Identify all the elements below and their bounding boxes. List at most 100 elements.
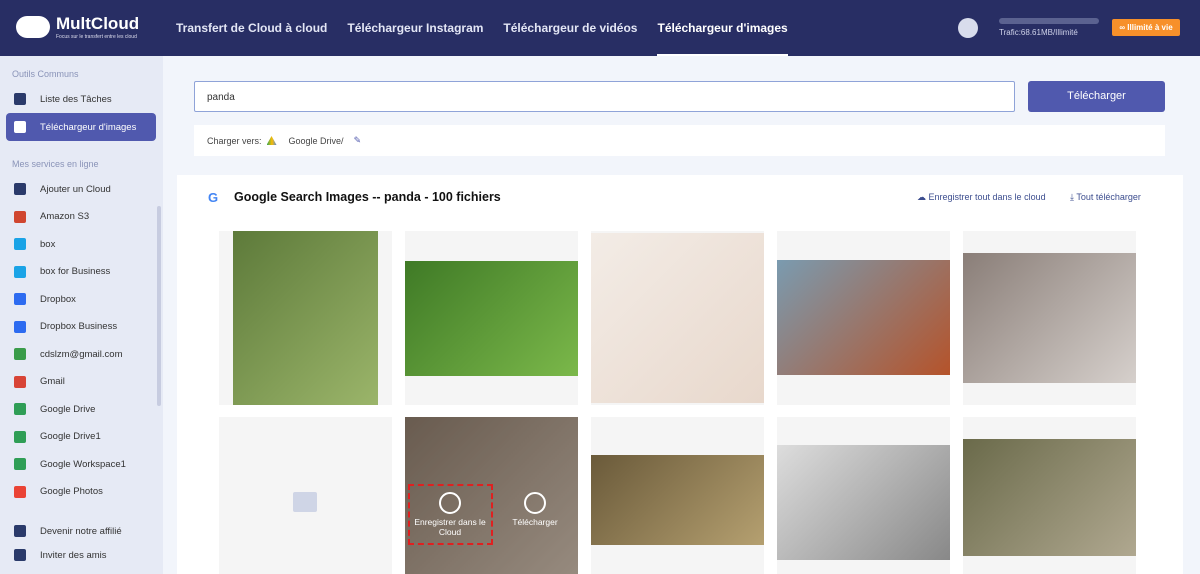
- image-icon: [14, 121, 26, 133]
- sidebar-item-label: Google Photos: [40, 486, 103, 497]
- save-all-to-cloud-link[interactable]: ☁ Enregistrer tout dans le cloud: [917, 192, 1046, 203]
- download-image-button[interactable]: Télécharger: [505, 492, 565, 527]
- sidebar-item-service[interactable]: Ajouter un Cloud: [6, 175, 156, 203]
- list-icon: [14, 93, 26, 105]
- service-icon: [14, 210, 26, 223]
- charger-label: Charger vers:: [207, 135, 262, 146]
- download-button[interactable]: Télécharger: [1028, 81, 1165, 112]
- sidebar-item-service[interactable]: box for Business: [6, 258, 156, 286]
- service-icon: [14, 348, 26, 360]
- image-tile[interactable]: Enregistrer dans le Cloud Télécharger: [405, 417, 578, 574]
- nav-video-downloader[interactable]: Téléchargeur de vidéos: [503, 0, 637, 56]
- service-icon: [14, 403, 26, 415]
- image-thumbnail: [233, 231, 378, 405]
- sidebar-item-label: cdslzm@gmail.com: [40, 348, 123, 360]
- service-icon: [14, 265, 26, 278]
- sidebar-item-service[interactable]: cdslzm@gmail.com: [6, 340, 156, 368]
- sidebar-item-label: Dropbox: [40, 293, 76, 305]
- sidebar-item-label: box for Business: [40, 266, 111, 277]
- sidebar-item-label: Liste des Tâches: [40, 93, 112, 105]
- service-icon: [14, 458, 26, 470]
- results-panel: G Google Search Images -- panda - 100 fi…: [177, 175, 1183, 574]
- brand-name: MultCloud: [56, 14, 140, 33]
- image-tile[interactable]: [591, 417, 764, 574]
- sidebar-item-service[interactable]: Gmail: [6, 368, 156, 396]
- sidebar-item-service[interactable]: Google Drive: [6, 395, 156, 423]
- sidebar-item-label: Gmail: [40, 376, 65, 387]
- sidebar-section-tools: Outils Communs: [12, 69, 79, 79]
- image-tile[interactable]: [405, 231, 578, 405]
- top-nav: Transfert de Cloud à cloud Téléchargeur …: [176, 0, 808, 56]
- service-icon: [14, 238, 26, 250]
- sidebar-item-service[interactable]: Google Drive1: [6, 423, 156, 451]
- image-tile[interactable]: [963, 231, 1136, 405]
- image-tile[interactable]: [219, 417, 392, 574]
- image-thumbnail: [591, 233, 764, 403]
- service-icon: [14, 293, 26, 305]
- traffic-bar: [999, 18, 1099, 24]
- sidebar-item-service[interactable]: Amazon S3: [6, 203, 156, 231]
- sidebar-item-label: Téléchargeur d'images: [40, 121, 137, 133]
- service-icon: [14, 320, 26, 333]
- unlimited-button[interactable]: ∞ Illimité à vie: [1112, 19, 1180, 36]
- service-icon: [14, 183, 26, 195]
- service-icon: [14, 375, 26, 388]
- sidebar-item-label: Dropbox Business: [40, 321, 118, 332]
- nav-instagram-downloader[interactable]: Téléchargeur Instagram: [347, 0, 483, 56]
- service-icon: [14, 430, 26, 443]
- sidebar-item-invite[interactable]: Inviter des amis: [6, 541, 156, 569]
- google-drive-icon: [266, 136, 277, 145]
- download-all-label: Tout télécharger: [1076, 192, 1141, 202]
- sidebar-item-image-downloader[interactable]: Téléchargeur d'images: [6, 113, 156, 141]
- sidebar-item-label: Ajouter un Cloud: [40, 183, 111, 195]
- image-thumbnail: [963, 253, 1136, 383]
- sidebar-item-label: box: [40, 238, 56, 250]
- sidebar-item-task-list[interactable]: Liste des Tâches: [6, 85, 156, 113]
- image-tile[interactable]: [777, 231, 950, 405]
- save-all-label: Enregistrer tout dans le cloud: [928, 192, 1046, 202]
- sidebar: Outils Communs Liste des Tâches Téléchar…: [0, 56, 163, 574]
- sidebar-item-service[interactable]: Dropbox: [6, 285, 156, 313]
- destination-path: Google Drive/: [288, 135, 344, 146]
- sidebar-item-label: Google Drive1: [40, 431, 101, 442]
- share-icon: [14, 549, 26, 561]
- nav-image-downloader[interactable]: Téléchargeur d'images: [657, 0, 788, 56]
- image-thumbnail: [405, 261, 578, 376]
- download-label: Télécharger: [512, 517, 558, 527]
- service-icon: [14, 485, 26, 498]
- save-to-cloud-button[interactable]: Enregistrer dans le Cloud: [409, 492, 491, 537]
- nav-cloud-transfer[interactable]: Transfert de Cloud à cloud: [176, 0, 327, 56]
- logo[interactable]: MultCloud Focus sur le transfert entre le…: [16, 14, 139, 40]
- sidebar-item-service[interactable]: Google Workspace1: [6, 450, 156, 478]
- traffic-text: Trafic:68.61MB/Illimité: [999, 28, 1078, 37]
- download-all-link[interactable]: ⤓ Tout télécharger: [1070, 192, 1141, 203]
- cloud-upload-icon: [439, 492, 461, 514]
- sidebar-scrollbar[interactable]: [157, 206, 161, 406]
- image-thumbnail: [777, 260, 950, 375]
- sidebar-item-label: Amazon S3: [40, 211, 90, 222]
- image-tile[interactable]: [591, 231, 764, 405]
- sidebar-item-label: Google Drive: [40, 403, 96, 415]
- people-icon: [14, 525, 26, 537]
- sidebar-item-label: Inviter des amis: [40, 549, 107, 561]
- image-tile[interactable]: [219, 231, 392, 405]
- edit-icon[interactable]: ✎: [354, 135, 362, 146]
- upload-destination-bar: Charger vers: Google Drive/ ✎: [194, 125, 1165, 156]
- search-input[interactable]: panda: [194, 81, 1015, 112]
- sidebar-section-services: Mes services en ligne: [12, 159, 99, 169]
- results-title: Google Search Images -- panda - 100 fich…: [234, 190, 501, 204]
- cloud-logo-icon: [16, 16, 50, 38]
- sidebar-item-service[interactable]: Dropbox Business: [6, 313, 156, 341]
- top-header: MultCloud Focus sur le transfert entre le…: [0, 0, 1200, 56]
- sidebar-item-service[interactable]: box: [6, 230, 156, 258]
- sidebar-item-service[interactable]: Google Photos: [6, 478, 156, 506]
- image-tile[interactable]: [777, 417, 950, 574]
- user-avatar-icon[interactable]: [958, 18, 978, 38]
- image-thumbnail: [963, 439, 1136, 556]
- image-placeholder-icon: [293, 492, 317, 512]
- sidebar-item-label: Devenir notre affilié: [40, 525, 122, 537]
- download-icon: [524, 492, 546, 514]
- brand-tagline: Focus sur le transfert entre les cloud: [56, 34, 137, 40]
- google-icon: G: [208, 190, 219, 205]
- image-tile[interactable]: [963, 417, 1136, 574]
